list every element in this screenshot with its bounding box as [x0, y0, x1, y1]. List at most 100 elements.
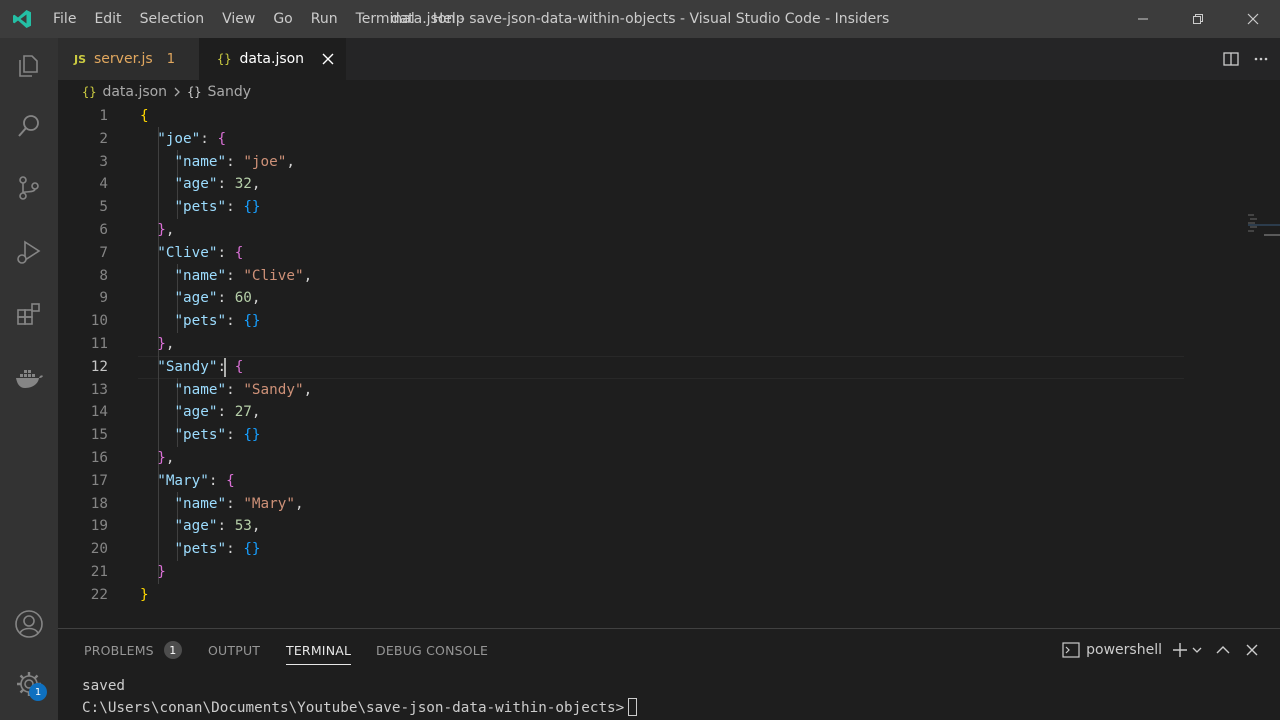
terminal-prompt[interactable]: C:\Users\conan\Documents\Youtube\save-js…	[82, 698, 638, 716]
tab-server-js[interactable]: JS server.js 1	[58, 38, 199, 80]
code-line[interactable]: 22}	[58, 584, 1184, 607]
account-icon[interactable]	[0, 596, 58, 652]
settings-icon[interactable]	[0, 656, 58, 712]
tab-debug-console[interactable]: DEBUG CONSOLE	[376, 629, 488, 671]
line-number: 3	[99, 153, 108, 170]
panel-tab-label: PROBLEMS	[84, 642, 154, 658]
minimize-icon[interactable]	[1115, 0, 1170, 38]
bottom-panel: PROBLEMS 1 OUTPUT TERMINAL DEBUG CONSOLE…	[58, 628, 1280, 720]
tab-terminal[interactable]: TERMINAL	[286, 629, 352, 671]
more-actions-icon[interactable]	[1246, 38, 1276, 80]
code-line[interactable]: 7 "Clive": {	[58, 242, 1184, 265]
line-number: 4	[99, 176, 108, 193]
terminal-icon	[1062, 642, 1080, 658]
menu-terminal[interactable]: Terminal	[347, 0, 424, 38]
activity-bar	[0, 38, 58, 720]
search-icon[interactable]	[0, 98, 58, 154]
code-text: "name": "Clive",	[174, 267, 313, 284]
code-line[interactable]: 17 "Mary": {	[58, 470, 1184, 493]
code-text: "pets": {}	[174, 427, 261, 444]
source-control-icon[interactable]	[0, 160, 58, 216]
tab-problems[interactable]: PROBLEMS 1	[84, 629, 182, 671]
line-number: 11	[90, 336, 108, 352]
settings-badge: 1	[29, 683, 47, 701]
menu-help[interactable]: Help	[424, 0, 474, 38]
code-text: "pets": {}	[174, 313, 261, 330]
line-number: 15	[90, 427, 108, 444]
javascript-file-icon: JS	[74, 52, 87, 66]
code-text: "Sandy": {	[157, 358, 244, 375]
line-number: 12	[90, 358, 108, 375]
code-line[interactable]: 8 "name": "Clive",	[58, 265, 1184, 288]
editor-tabs: JS server.js 1 {} data.json	[58, 38, 1280, 80]
breadcrumb: {} data.json {} Sandy	[58, 80, 1280, 104]
code-editor[interactable]: 1{2 "joe": {3 "name": "joe", 4 "age": 32,…	[58, 104, 1280, 626]
add-terminal-icon[interactable]	[1172, 642, 1188, 658]
split-editor-icon[interactable]	[1216, 38, 1246, 80]
code-text: "joe": {	[157, 130, 227, 147]
docker-icon[interactable]	[0, 350, 58, 406]
menu-go[interactable]: Go	[264, 0, 301, 38]
code-text: },	[157, 222, 175, 238]
tab-data-json[interactable]: {} data.json	[199, 38, 346, 80]
code-line[interactable]: 4 "age": 32,	[58, 173, 1184, 196]
code-line[interactable]: 10 "pets": {}	[58, 310, 1184, 333]
code-line[interactable]: 13 "name": "Sandy",	[58, 379, 1184, 402]
code-line[interactable]: 19 "age": 53,	[58, 515, 1184, 538]
line-number: 9	[99, 290, 108, 307]
code-line[interactable]: 12 "Sandy": {	[58, 356, 1184, 379]
panel-tab-label: TERMINAL	[286, 642, 352, 658]
panel-tab-label: OUTPUT	[208, 642, 261, 658]
code-text: "age": 60,	[174, 290, 261, 307]
close-panel-icon[interactable]	[1246, 644, 1258, 656]
run-debug-icon[interactable]	[0, 224, 58, 280]
code-line[interactable]: 14 "age": 27,	[58, 401, 1184, 424]
panel-tab-label: DEBUG CONSOLE	[376, 642, 489, 658]
breadcrumb-file[interactable]: data.json	[102, 84, 167, 100]
code-text: "name": "Sandy",	[174, 381, 313, 398]
code-line[interactable]: 1{	[58, 105, 1184, 128]
code-line[interactable]: 15 "pets": {}	[58, 424, 1184, 447]
menu-bar: File Edit Selection View Go Run Terminal Help	[44, 0, 474, 38]
code-text: "age": 32,	[174, 176, 261, 193]
scrollbar-marker[interactable]	[1264, 234, 1280, 236]
code-line[interactable]: 11 },	[58, 333, 1184, 356]
code-text: "age": 27,	[174, 404, 261, 421]
restore-icon[interactable]	[1170, 0, 1225, 38]
extensions-icon[interactable]	[0, 286, 58, 342]
line-number: 7	[99, 244, 108, 261]
code-line[interactable]: 5 "pets": {}	[58, 196, 1184, 219]
terminal-selector[interactable]: powershell	[1086, 642, 1162, 658]
close-icon[interactable]	[322, 53, 334, 65]
menu-file[interactable]: File	[44, 0, 85, 38]
line-number: 19	[90, 518, 108, 535]
code-line[interactable]: 18 "name": "Mary",	[58, 493, 1184, 516]
code-line[interactable]: 16 },	[58, 447, 1184, 470]
menu-edit[interactable]: Edit	[85, 0, 130, 38]
tab-label: server.js	[94, 51, 153, 67]
tab-output[interactable]: OUTPUT	[208, 629, 260, 671]
chevron-down-icon[interactable]	[1192, 646, 1202, 654]
menu-selection[interactable]: Selection	[131, 0, 214, 38]
menu-view[interactable]: View	[213, 0, 264, 38]
code-line[interactable]: 2 "joe": {	[58, 128, 1184, 151]
window-controls	[1115, 0, 1280, 38]
code-line[interactable]: 6 },	[58, 219, 1184, 242]
code-line[interactable]: 21 }	[58, 561, 1184, 584]
maximize-panel-icon[interactable]	[1216, 645, 1230, 655]
menu-run[interactable]: Run	[302, 0, 347, 38]
tab-problem-count: 1	[166, 51, 175, 67]
explorer-icon[interactable]	[0, 38, 58, 94]
breadcrumb-symbol[interactable]: Sandy	[208, 84, 252, 100]
code-text: "Clive": {	[157, 244, 244, 261]
vscode-logo-icon	[0, 0, 44, 38]
line-number: 14	[90, 404, 108, 421]
panel-actions: powershell	[1062, 629, 1280, 671]
close-window-icon[interactable]	[1225, 0, 1280, 38]
code-text: }	[157, 564, 166, 580]
code-text: "name": "joe",	[174, 153, 295, 170]
code-line[interactable]: 9 "age": 60,	[58, 287, 1184, 310]
code-line[interactable]: 20 "pets": {}	[58, 538, 1184, 561]
code-line[interactable]: 3 "name": "joe",	[58, 151, 1184, 174]
code-text: "name": "Mary",	[174, 495, 304, 512]
